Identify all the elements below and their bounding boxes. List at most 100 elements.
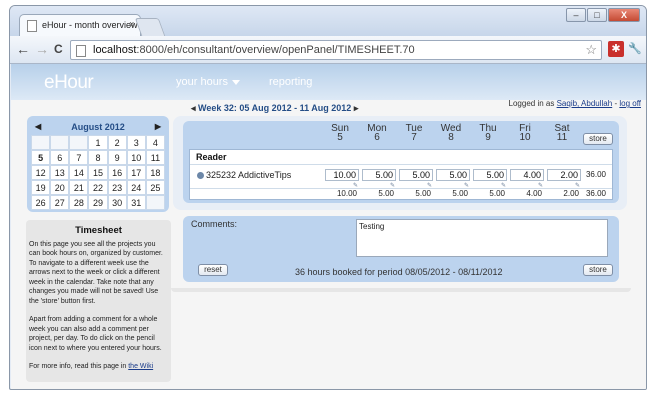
new-tab-button[interactable] (134, 18, 166, 36)
week-navigation: ◂ Week 32: 05 Aug 2012 - 11 Aug 2012 ▸ (191, 103, 358, 114)
ehour-logo: eHour (44, 72, 94, 93)
hours-input-sat[interactable]: 2.00 (547, 169, 581, 181)
hours-input-thu[interactable]: 5.00 (473, 169, 507, 181)
address-bar[interactable]: localhost:8000/eh/consultant/overview/op… (70, 40, 602, 60)
tab-close-icon[interactable]: x (130, 19, 135, 29)
hours-input-tue[interactable]: 5.00 (399, 169, 433, 181)
calendar-day[interactable]: 1 (88, 135, 108, 150)
day-total-mon: 5.00 (378, 189, 394, 198)
calendar-day[interactable]: 28 (69, 195, 89, 210)
calendar-day[interactable]: 24 (126, 180, 146, 195)
panel-shadow (171, 288, 631, 292)
comments-panel: Comments: Testing reset 36 hours booked … (183, 216, 619, 282)
calendar-day[interactable]: 23 (107, 180, 127, 195)
calendar-day[interactable]: 16 (107, 165, 127, 180)
calendar-week-row[interactable]: 5 6 7 8 9 10 11 (31, 150, 165, 165)
calendar-day[interactable]: 6 (50, 150, 70, 165)
calendar-day[interactable]: 12 (31, 165, 51, 180)
calendar-day[interactable]: 21 (69, 180, 89, 195)
back-button[interactable]: ← (16, 40, 30, 58)
next-week-icon[interactable]: ▸ (354, 103, 359, 113)
title-bar: eHour - month overview x – □ X (10, 6, 646, 36)
extension-icon[interactable]: ✱ (608, 41, 624, 57)
calendar-day[interactable]: 27 (50, 195, 70, 210)
day-total-thu: 5.00 (489, 189, 505, 198)
user-link[interactable]: Saqib, Abdullah (557, 99, 613, 108)
day-number: 5 (337, 132, 343, 143)
calendar-month: August 2012 (71, 122, 125, 132)
calendar-day[interactable]: 5 (31, 150, 51, 165)
calendar-day[interactable]: 14 (69, 165, 89, 180)
calendar-day[interactable]: 19 (31, 180, 51, 195)
calendar-day[interactable]: 9 (107, 150, 127, 165)
day-total-wed: 5.00 (452, 189, 468, 198)
day-header-fri: Fri 10 (508, 124, 542, 143)
day-total-sun: 10.00 (336, 189, 357, 198)
wrench-icon[interactable]: 🔧 (627, 41, 643, 57)
menu-your-hours[interactable]: your hours (176, 76, 240, 88)
calendar-day (69, 135, 89, 150)
calendar-day[interactable]: 30 (107, 195, 127, 210)
store-button[interactable]: store (583, 264, 613, 276)
day-header-mon: Mon 6 (360, 124, 394, 143)
calendar-day[interactable]: 10 (126, 150, 146, 165)
menu-reporting[interactable]: reporting (269, 76, 312, 88)
calendar-day[interactable]: 7 (69, 150, 89, 165)
reset-button[interactable]: reset (198, 264, 228, 276)
bookmark-star-icon[interactable]: ☆ (585, 42, 597, 58)
page-content: eHour your hours reporting Logged in as … (11, 64, 646, 389)
calendar-header: ◀ August 2012 ▶ (31, 120, 165, 134)
calendar-day[interactable]: 11 (145, 150, 165, 165)
day-number: 9 (485, 132, 491, 143)
calendar-next-icon[interactable]: ▶ (155, 120, 161, 134)
calendar-day[interactable]: 4 (145, 135, 165, 150)
timesheet-panel: Sun 5 Mon 6 Tue 7 Wed 8 Thu 9 Fri 10 Sat 11 sto… (183, 121, 619, 203)
hours-input-fri[interactable]: 4.00 (510, 169, 544, 181)
calendar-day[interactable]: 18 (145, 165, 165, 180)
project-info-icon[interactable] (197, 172, 204, 179)
week-grand-total: 36.00 (585, 189, 606, 198)
store-timesheet-button-top[interactable]: store (583, 133, 613, 145)
maximize-button[interactable]: □ (587, 8, 607, 22)
hours-input-mon[interactable]: 5.00 (362, 169, 396, 181)
calendar-day[interactable]: 15 (88, 165, 108, 180)
calendar-day[interactable]: 26 (31, 195, 51, 210)
calendar-day (145, 195, 165, 210)
hours-input-wed[interactable]: 5.00 (436, 169, 470, 181)
url-host: localhost (93, 44, 137, 56)
minimize-button[interactable]: – (566, 8, 586, 22)
calendar-day[interactable]: 8 (88, 150, 108, 165)
day-number: 7 (411, 132, 417, 143)
comments-label: Comments: (191, 219, 238, 229)
calendar-week-row[interactable]: 1 2 3 4 (31, 135, 165, 150)
day-total-fri: 4.00 (526, 189, 542, 198)
logoff-link[interactable]: log off (619, 99, 641, 108)
calendar-day[interactable]: 20 (50, 180, 70, 195)
calendar-day[interactable]: 3 (126, 135, 146, 150)
calendar-day[interactable]: 13 (50, 165, 70, 180)
logged-in-label: Logged in as (508, 99, 555, 108)
calendar-day[interactable]: 25 (145, 180, 165, 195)
forward-button[interactable]: → (35, 40, 49, 58)
hours-input-sun[interactable]: 10.00 (325, 169, 359, 181)
prev-week-icon[interactable]: ◂ (191, 103, 196, 113)
calendar-day[interactable]: 17 (126, 165, 146, 180)
comments-textarea[interactable]: Testing (356, 219, 608, 257)
calendar-week-row[interactable]: 19 20 21 22 23 24 25 (31, 180, 165, 195)
wiki-link[interactable]: the Wiki (128, 363, 153, 370)
window-controls: – □ X (566, 8, 640, 22)
calendar-day[interactable]: 29 (88, 195, 108, 210)
day-header-wed: Wed 8 (434, 124, 468, 143)
calendar-week-row[interactable]: 26 27 28 29 30 31 (31, 195, 165, 210)
month-calendar: ◀ August 2012 ▶ 1 2 3 4 5 6 7 8 9 10 11 … (27, 116, 169, 212)
help-more-info: For more info, read this page in the Wik… (29, 362, 168, 372)
calendar-day[interactable]: 22 (88, 180, 108, 195)
calendar-prev-icon[interactable]: ◀ (35, 120, 41, 134)
project-week-total: 36.00 (585, 170, 606, 179)
close-window-button[interactable]: X (608, 8, 640, 22)
calendar-day[interactable]: 2 (107, 135, 127, 150)
calendar-week-row[interactable]: 12 13 14 15 16 17 18 (31, 165, 165, 180)
browser-tab[interactable]: eHour - month overview x (19, 14, 141, 36)
calendar-day[interactable]: 31 (126, 195, 146, 210)
reload-button[interactable]: C (54, 40, 63, 58)
